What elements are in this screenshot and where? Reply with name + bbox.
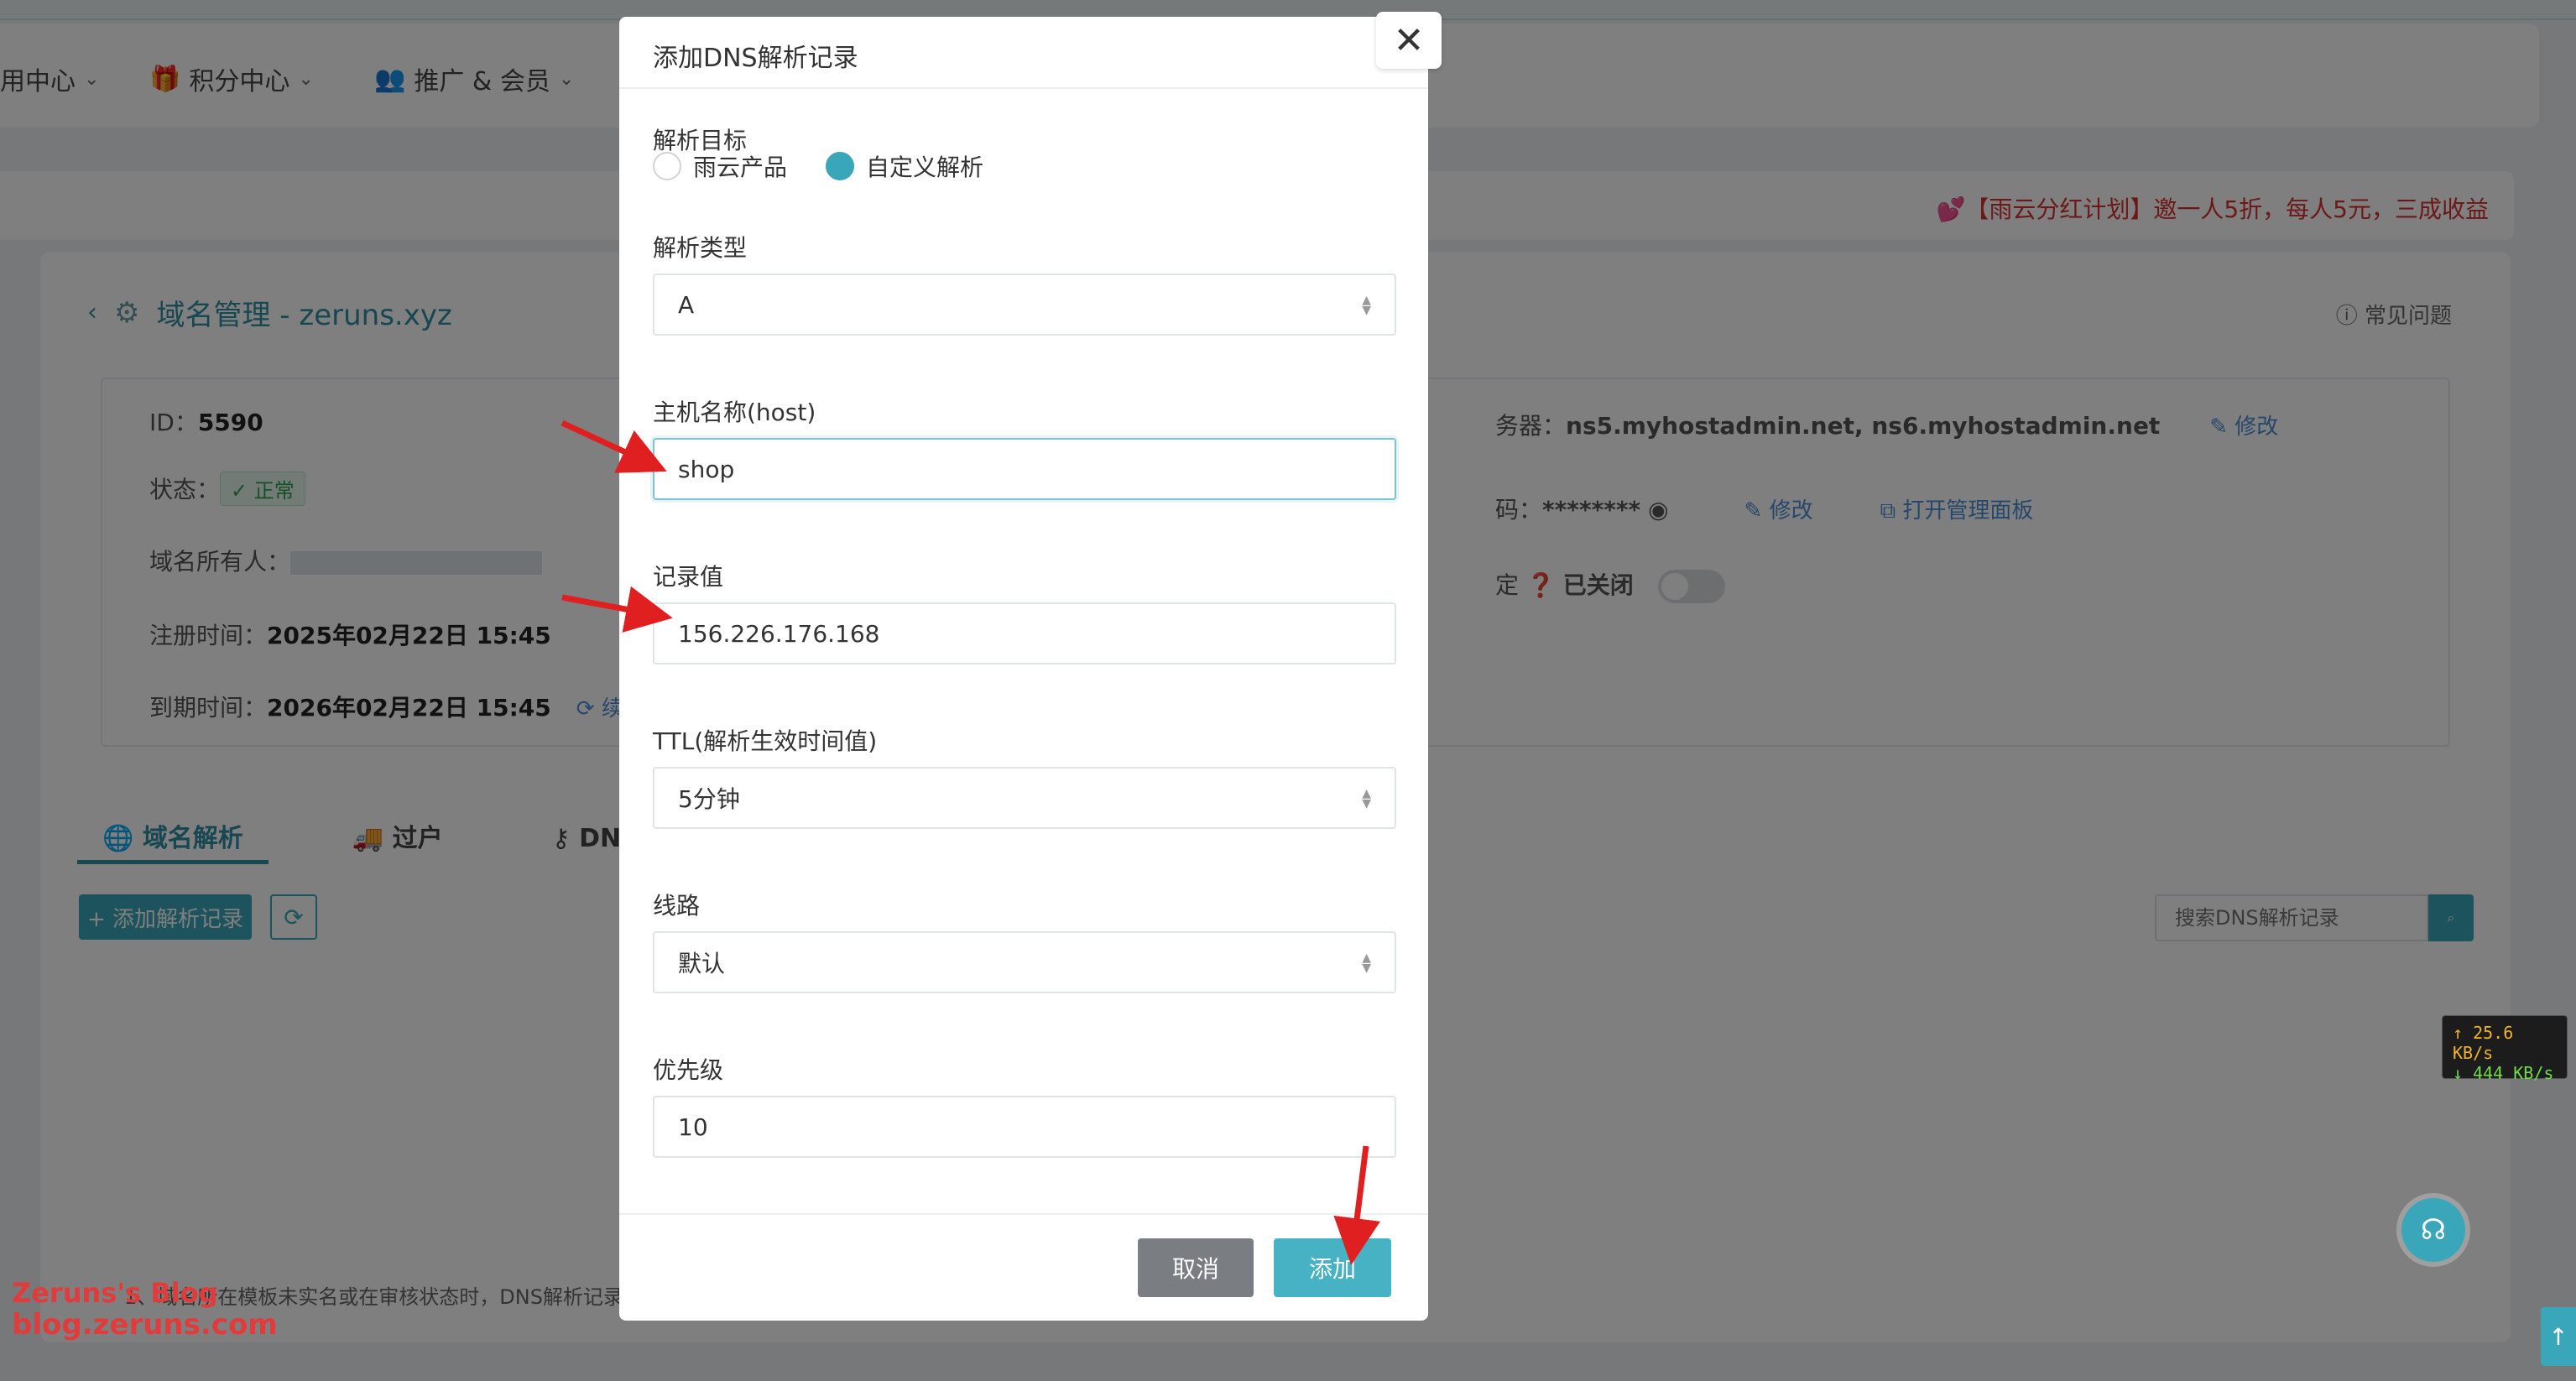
line-select[interactable]: 默认 ▲ ▼ [653, 931, 1396, 993]
modal-title: 添加DNS解析记录 [653, 44, 858, 73]
radio-circle[interactable] [653, 152, 681, 180]
priority-input[interactable]: 10 [653, 1096, 1396, 1158]
network-speed-widget: ↑ 25.6 KB/s ↓ 444 KB/s [2442, 1015, 2568, 1083]
download-speed: ↓ 444 KB/s [2453, 1063, 2554, 1083]
radio-circle-checked[interactable] [826, 152, 855, 180]
radio-rainyun-product[interactable]: 雨云产品 [653, 149, 787, 183]
add-dns-record-modal: 添加DNS解析记录 解析目标 雨云产品 自定义解析 解析类型 A ▲ ▼ 主机名称… [619, 17, 1428, 1321]
back-to-top-button[interactable]: ↑ [2541, 1307, 2576, 1366]
priority-label: 优先级 [653, 1056, 724, 1084]
arrow-up-icon: ↑ [2548, 1322, 2568, 1351]
support-button[interactable]: ☊ [2401, 1198, 2465, 1262]
select-arrows-icon: ▲ ▼ [1362, 787, 1371, 810]
target-radio-group: 雨云产品 自定义解析 [653, 149, 1022, 183]
cancel-button[interactable]: 取消 [1138, 1238, 1254, 1297]
upload-speed: ↑ 25.6 KB/s [2453, 1023, 2514, 1063]
record-value-input[interactable]: 156.226.176.168 [653, 602, 1396, 664]
add-button[interactable]: 添加 [1274, 1238, 1391, 1297]
watermark: Zeruns's Blog blog.zeruns.com [12, 1277, 278, 1342]
ttl-select[interactable]: 5分钟 ▲ ▼ [653, 767, 1396, 829]
close-button[interactable]: ✕ [1376, 12, 1442, 69]
modal-header: 添加DNS解析记录 [619, 17, 1428, 89]
close-icon: ✕ [1393, 18, 1425, 62]
select-arrows-icon: ▲ ▼ [1362, 951, 1371, 975]
type-select[interactable]: A ▲ ▼ [653, 274, 1396, 336]
modal-footer-divider [619, 1213, 1428, 1215]
radio-custom[interactable]: 自定义解析 [826, 149, 983, 183]
value-label: 记录值 [653, 563, 724, 591]
host-input[interactable]: shop [653, 438, 1396, 500]
headset-icon: ☊ [2420, 1213, 2447, 1247]
host-label: 主机名称(host) [653, 399, 816, 426]
select-arrows-icon: ▲ ▼ [1362, 294, 1371, 317]
line-label: 线路 [653, 892, 701, 920]
type-label: 解析类型 [653, 234, 748, 262]
ttl-label: TTL(解析生效时间值) [653, 727, 878, 755]
